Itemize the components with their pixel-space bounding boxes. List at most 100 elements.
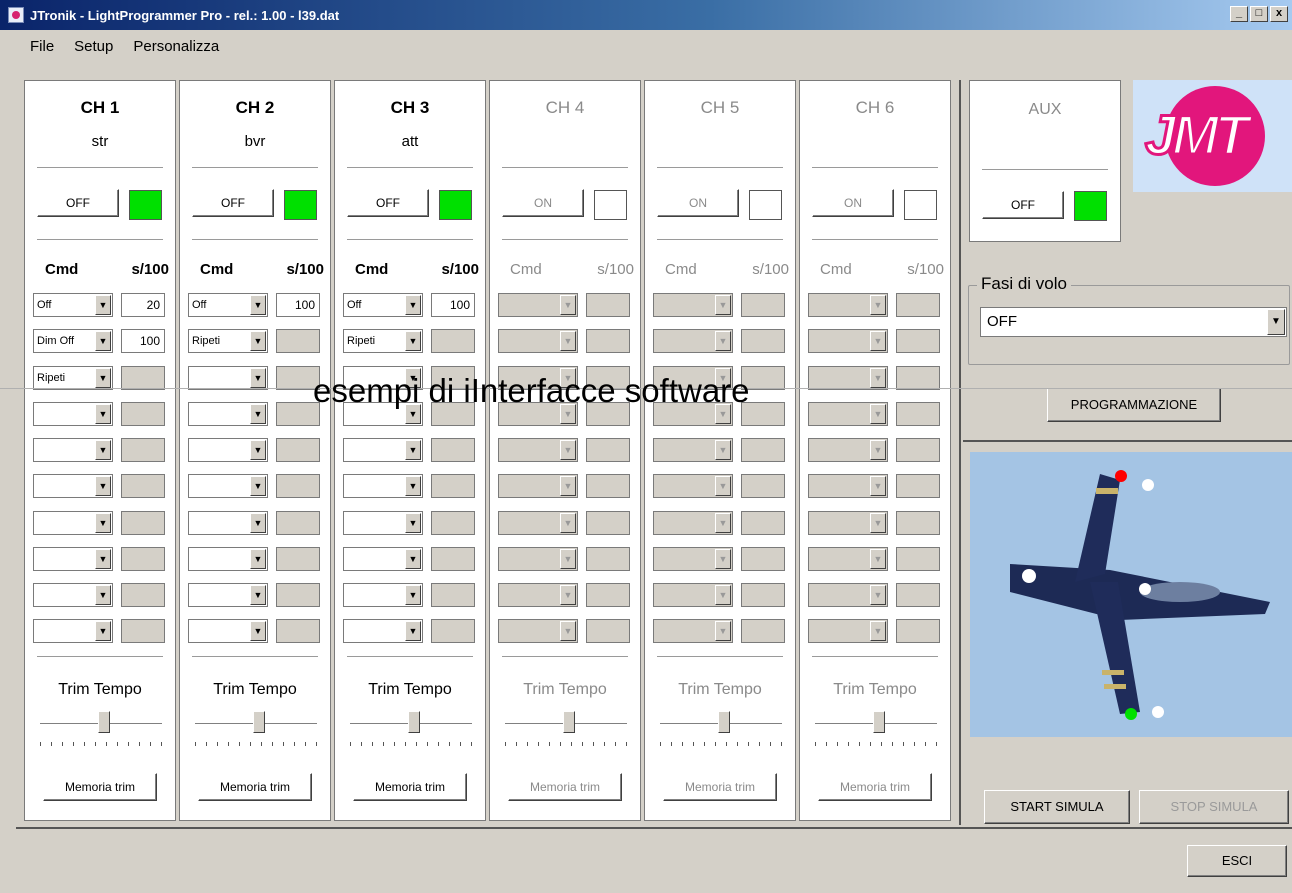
slider-thumb[interactable] bbox=[408, 711, 420, 733]
command-select[interactable]: ▼ bbox=[653, 438, 733, 462]
time-field[interactable]: 100 bbox=[431, 293, 475, 317]
chevron-down-icon[interactable]: ▼ bbox=[870, 585, 886, 605]
chevron-down-icon[interactable]: ▼ bbox=[250, 404, 266, 424]
command-select[interactable]: ▼ bbox=[498, 329, 578, 353]
chevron-down-icon[interactable]: ▼ bbox=[560, 331, 576, 351]
chevron-down-icon[interactable]: ▼ bbox=[560, 295, 576, 315]
command-select[interactable]: ▼ bbox=[33, 438, 113, 462]
command-select[interactable]: ▼ bbox=[188, 366, 268, 390]
time-field[interactable] bbox=[896, 438, 940, 462]
command-select[interactable]: ▼ bbox=[653, 583, 733, 607]
time-field[interactable] bbox=[121, 583, 165, 607]
time-field[interactable] bbox=[276, 583, 320, 607]
start-simulation-button[interactable]: START SIMULA bbox=[984, 790, 1130, 824]
time-field[interactable] bbox=[586, 619, 630, 643]
time-field[interactable] bbox=[276, 547, 320, 571]
command-select[interactable]: ▼ bbox=[808, 402, 888, 426]
chevron-down-icon[interactable]: ▼ bbox=[250, 585, 266, 605]
trim-slider[interactable] bbox=[660, 711, 782, 747]
time-field[interactable] bbox=[586, 474, 630, 498]
programmazione-button[interactable]: PROGRAMMAZIONE bbox=[1047, 388, 1221, 422]
menu-personalizza[interactable]: Personalizza bbox=[133, 38, 219, 55]
command-select[interactable]: ▼ bbox=[653, 511, 733, 535]
flight-phase-select[interactable]: OFF ▼ bbox=[980, 307, 1287, 337]
chevron-down-icon[interactable]: ▼ bbox=[1267, 309, 1285, 335]
chevron-down-icon[interactable]: ▼ bbox=[870, 513, 886, 533]
time-field[interactable] bbox=[896, 366, 940, 390]
command-select[interactable]: ▼ bbox=[343, 511, 423, 535]
chevron-down-icon[interactable]: ▼ bbox=[405, 476, 421, 496]
chevron-down-icon[interactable]: ▼ bbox=[405, 331, 421, 351]
time-field[interactable] bbox=[276, 329, 320, 353]
trim-slider[interactable] bbox=[815, 711, 937, 747]
time-field[interactable] bbox=[586, 583, 630, 607]
time-field[interactable] bbox=[586, 293, 630, 317]
time-field[interactable] bbox=[121, 619, 165, 643]
maximize-button[interactable]: □ bbox=[1250, 6, 1268, 22]
memoria-trim-button[interactable]: Memoria trim bbox=[663, 773, 777, 801]
command-select[interactable]: ▼ bbox=[653, 329, 733, 353]
time-field[interactable] bbox=[586, 547, 630, 571]
time-field[interactable] bbox=[586, 511, 630, 535]
command-select[interactable]: ▼ bbox=[188, 547, 268, 571]
command-select[interactable]: ▼ bbox=[498, 438, 578, 462]
time-field[interactable] bbox=[896, 583, 940, 607]
command-select[interactable]: ▼ bbox=[653, 474, 733, 498]
menu-file[interactable]: File bbox=[30, 38, 54, 55]
time-field[interactable] bbox=[276, 619, 320, 643]
command-select[interactable]: ▼ bbox=[33, 547, 113, 571]
command-select[interactable]: Ripeti ▼ bbox=[33, 366, 113, 390]
close-button[interactable]: x bbox=[1270, 6, 1288, 22]
chevron-down-icon[interactable]: ▼ bbox=[250, 368, 266, 388]
chevron-down-icon[interactable]: ▼ bbox=[95, 585, 111, 605]
channel-toggle-button[interactable]: OFF bbox=[37, 189, 119, 217]
command-select[interactable]: ▼ bbox=[33, 474, 113, 498]
command-select[interactable]: ▼ bbox=[33, 511, 113, 535]
chevron-down-icon[interactable]: ▼ bbox=[250, 440, 266, 460]
chevron-down-icon[interactable]: ▼ bbox=[250, 331, 266, 351]
chevron-down-icon[interactable]: ▼ bbox=[95, 368, 111, 388]
chevron-down-icon[interactable]: ▼ bbox=[715, 513, 731, 533]
time-field[interactable]: 100 bbox=[276, 293, 320, 317]
chevron-down-icon[interactable]: ▼ bbox=[870, 404, 886, 424]
command-select[interactable]: ▼ bbox=[498, 511, 578, 535]
time-field[interactable] bbox=[431, 329, 475, 353]
chevron-down-icon[interactable]: ▼ bbox=[95, 476, 111, 496]
command-select[interactable]: Dim Off ▼ bbox=[33, 329, 113, 353]
time-field[interactable]: 100 bbox=[121, 329, 165, 353]
time-field[interactable] bbox=[431, 511, 475, 535]
command-select[interactable]: Ripeti ▼ bbox=[343, 329, 423, 353]
command-select[interactable]: ▼ bbox=[653, 619, 733, 643]
exit-button[interactable]: ESCI bbox=[1187, 845, 1287, 877]
time-field[interactable] bbox=[586, 438, 630, 462]
menu-setup[interactable]: Setup bbox=[74, 38, 113, 55]
aux-toggle-button[interactable]: OFF bbox=[982, 191, 1064, 219]
time-field[interactable]: 20 bbox=[121, 293, 165, 317]
command-select[interactable]: ▼ bbox=[33, 619, 113, 643]
command-select[interactable]: Off ▼ bbox=[343, 293, 423, 317]
chevron-down-icon[interactable]: ▼ bbox=[95, 331, 111, 351]
time-field[interactable] bbox=[896, 474, 940, 498]
chevron-down-icon[interactable]: ▼ bbox=[405, 295, 421, 315]
command-select[interactable]: ▼ bbox=[653, 293, 733, 317]
command-select[interactable]: ▼ bbox=[188, 583, 268, 607]
chevron-down-icon[interactable]: ▼ bbox=[715, 440, 731, 460]
slider-thumb[interactable] bbox=[873, 711, 885, 733]
memoria-trim-button[interactable]: Memoria trim bbox=[508, 773, 622, 801]
chevron-down-icon[interactable]: ▼ bbox=[560, 621, 576, 641]
chevron-down-icon[interactable]: ▼ bbox=[250, 621, 266, 641]
command-select[interactable]: ▼ bbox=[808, 366, 888, 390]
time-field[interactable] bbox=[276, 474, 320, 498]
memoria-trim-button[interactable]: Memoria trim bbox=[43, 773, 157, 801]
command-select[interactable]: ▼ bbox=[188, 438, 268, 462]
chevron-down-icon[interactable]: ▼ bbox=[405, 621, 421, 641]
command-select[interactable]: ▼ bbox=[808, 583, 888, 607]
trim-slider[interactable] bbox=[505, 711, 627, 747]
chevron-down-icon[interactable]: ▼ bbox=[95, 440, 111, 460]
time-field[interactable] bbox=[741, 619, 785, 643]
time-field[interactable] bbox=[586, 329, 630, 353]
trim-slider[interactable] bbox=[195, 711, 317, 747]
time-field[interactable] bbox=[431, 438, 475, 462]
time-field[interactable] bbox=[741, 438, 785, 462]
chevron-down-icon[interactable]: ▼ bbox=[250, 295, 266, 315]
